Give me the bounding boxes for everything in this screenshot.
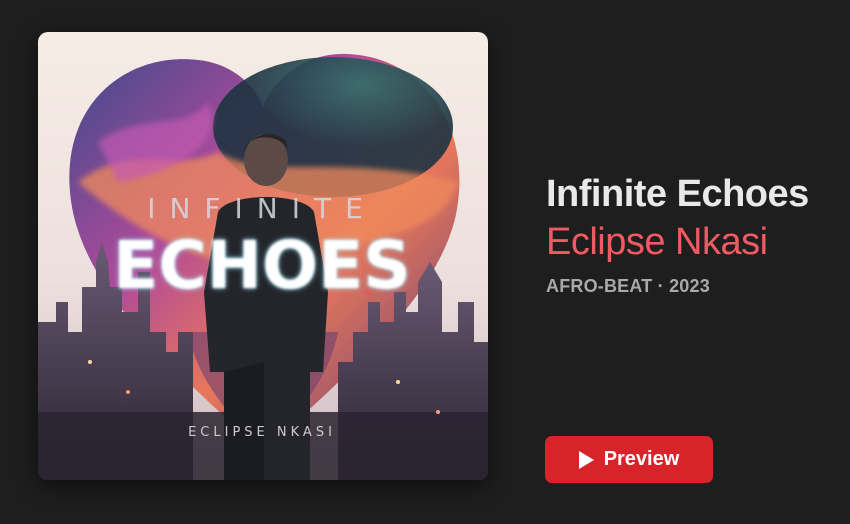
meta-separator: · [657, 276, 664, 296]
artwork-title-small: INFINITE [147, 192, 377, 225]
release-year: 2023 [669, 276, 710, 296]
genre-label: AFRO-BEAT [546, 276, 653, 296]
artwork-artist: ECLIPSE NKASI [188, 425, 336, 440]
album-info: Infinite Echoes Eclipse Nkasi AFRO-BEAT … [546, 170, 846, 297]
artist-link[interactable]: Eclipse Nkasi [546, 218, 846, 266]
album-meta: AFRO-BEAT · 2023 [546, 276, 846, 297]
artwork-title-large: ECHOES [113, 227, 410, 304]
preview-button[interactable]: Preview [545, 436, 713, 483]
play-icon [578, 450, 594, 469]
album-artwork[interactable]: INFINITE ECHOES ECHOES ECLIPSE NKASI [38, 32, 488, 480]
preview-label: Preview [603, 448, 680, 470]
album-title: Infinite Echoes [546, 173, 809, 215]
album-artwork-image: INFINITE ECHOES ECHOES ECLIPSE NKASI [38, 32, 488, 480]
album-page: INFINITE ECHOES ECHOES ECLIPSE NKASI Inf… [0, 0, 850, 524]
